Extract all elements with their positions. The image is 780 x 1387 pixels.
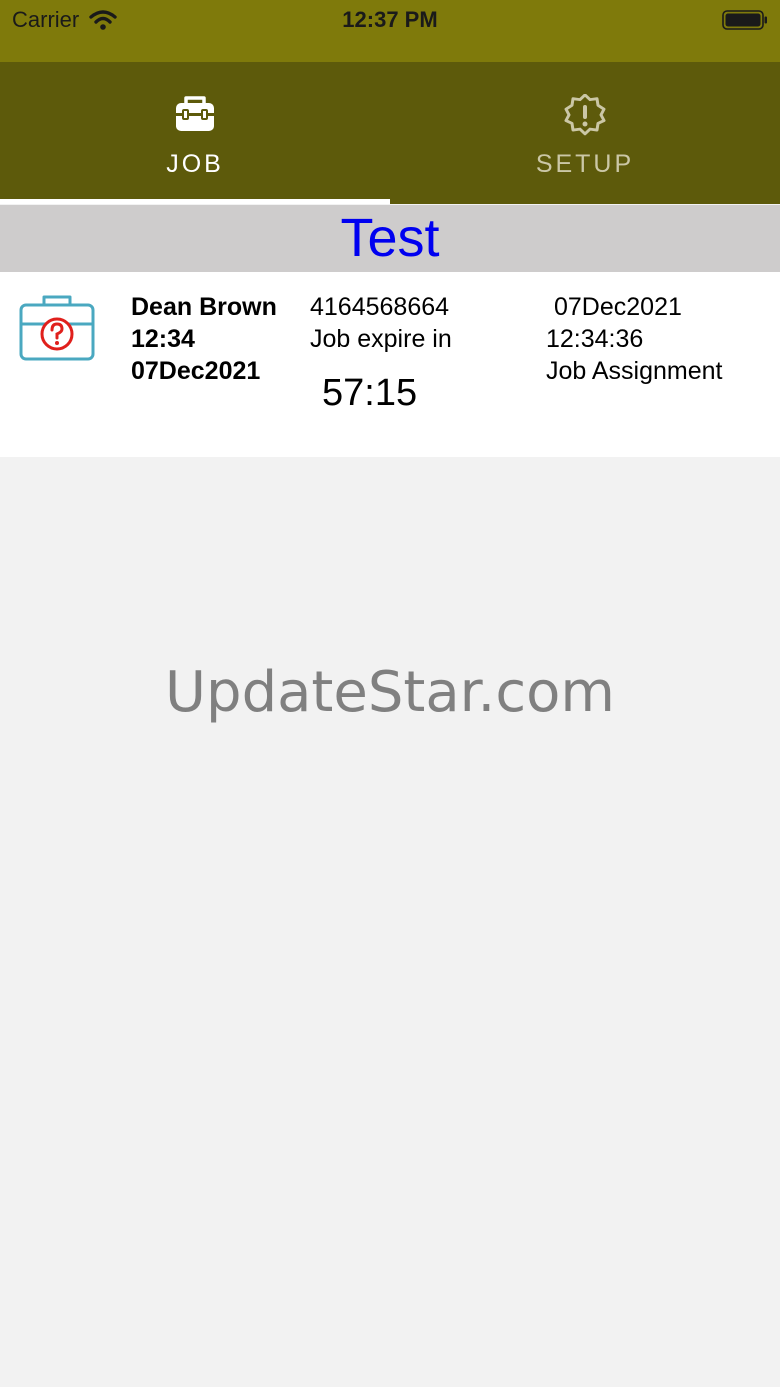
status-bar: Carrier 12:37 PM	[0, 0, 780, 62]
tab-bar: JOB SETUP	[0, 62, 780, 204]
job-list-item[interactable]: Dean Brown 12:34 07Dec2021 4164568664 Jo…	[0, 272, 780, 457]
job-time: 12:34	[131, 325, 195, 353]
job-type: Job Assignment	[546, 357, 723, 385]
section-title: Test	[340, 208, 440, 268]
job-phone: 4164568664	[310, 293, 450, 321]
tab-selected-indicator	[0, 199, 390, 204]
status-time: 12:37 PM	[342, 7, 438, 32]
alert-badge-icon	[564, 94, 606, 136]
tab-setup[interactable]: SETUP	[390, 62, 780, 204]
battery-icon	[722, 10, 767, 30]
briefcase-question-icon	[19, 295, 95, 361]
tab-job[interactable]: JOB	[0, 62, 390, 204]
job-customer-name: Dean Brown	[131, 293, 277, 321]
toolbox-icon	[176, 96, 214, 131]
job-contact-info: 4164568664 Job expire in	[310, 291, 452, 355]
job-countdown: 57:15	[322, 372, 418, 414]
job-expire-label: Job expire in	[310, 325, 452, 353]
job-assigned-date: 07Dec2021	[554, 293, 682, 321]
job-assignment-info: 07Dec2021 12:34:36 Job Assignment	[546, 291, 723, 387]
job-customer-info: Dean Brown 12:34 07Dec2021	[131, 291, 277, 387]
tab-job-label: JOB	[166, 150, 224, 178]
tab-setup-label: SETUP	[535, 150, 635, 178]
section-header: Test	[0, 205, 780, 272]
job-date: 07Dec2021	[131, 357, 261, 385]
job-assigned-time: 12:34:36	[546, 325, 644, 353]
watermark: UpdateStar.com	[165, 660, 615, 725]
